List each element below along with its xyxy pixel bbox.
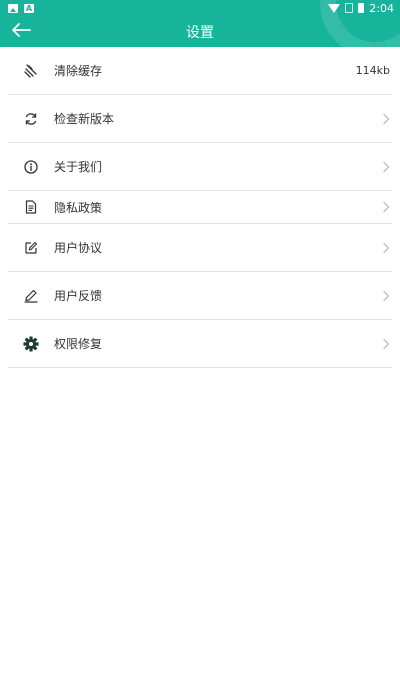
info-icon [23,159,39,175]
setting-label: 清除缓存 [54,64,103,78]
edit-icon [23,240,39,256]
document-icon [23,199,39,215]
wifi-icon [328,3,341,13]
pen-icon [23,288,39,304]
a-icon: A [24,3,34,13]
settings-list: 清除缓存 114kb 检查新版本 关于我们 隐私政策 用户协议 用户反馈 权限修… [0,47,400,368]
setting-label: 用户反馈 [54,289,103,303]
status-time: 2:04 [369,1,394,15]
chevron-right-icon [383,242,390,253]
settings-screen: A 2:04 设置 清除缓存 114kb 检查新版本 关于我们 隐私政策 用户协… [0,0,400,700]
setting-label: 隐私政策 [54,200,103,215]
cache-size: 114kb [355,64,390,77]
gear-icon [23,335,39,352]
setting-label: 检查新版本 [54,112,115,126]
chevron-right-icon [383,161,390,172]
setting-item-about-us[interactable]: 关于我们 [8,143,392,191]
setting-item-permission-repair[interactable]: 权限修复 [8,320,392,368]
page-title: 设置 [186,24,214,41]
refresh-icon [23,111,39,127]
status-bar: A 2:04 [0,0,400,16]
chevron-right-icon [383,290,390,301]
setting-item-check-update[interactable]: 检查新版本 [8,95,392,143]
battery-icon [358,3,365,13]
title-bar: 设置 [0,16,400,47]
top-bar: A 2:04 设置 [0,0,400,47]
chevron-right-icon [383,113,390,124]
setting-item-user-agreement[interactable]: 用户协议 [8,224,392,272]
chevron-right-icon [383,338,390,349]
arrow-left-icon [12,23,31,37]
setting-item-user-feedback[interactable]: 用户反馈 [8,272,392,320]
setting-label: 权限修复 [54,337,103,351]
setting-label: 关于我们 [54,160,103,174]
image-icon [8,3,18,13]
no-sim-icon [345,3,354,13]
setting-item-clear-cache[interactable]: 清除缓存 114kb [8,47,392,95]
chevron-right-icon [383,201,390,213]
broom-icon [23,63,39,79]
back-button[interactable] [10,19,32,41]
setting-item-privacy-policy[interactable]: 隐私政策 [8,191,392,224]
setting-label: 用户协议 [54,241,103,255]
